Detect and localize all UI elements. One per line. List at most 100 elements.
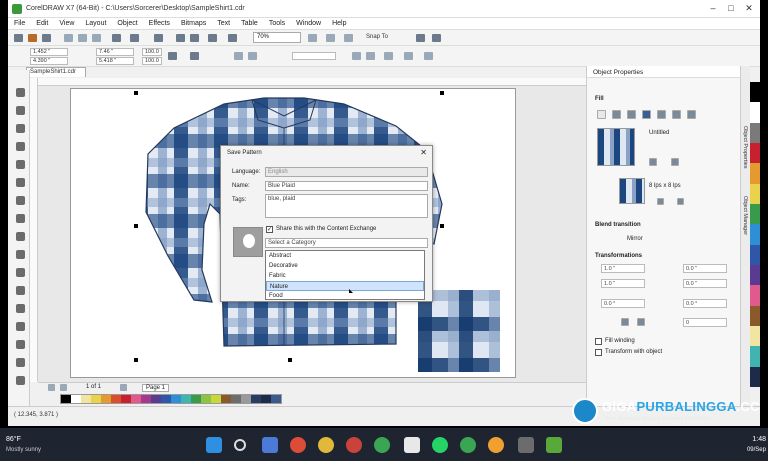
search-content-icon[interactable] bbox=[154, 34, 163, 42]
palette-swatch[interactable] bbox=[141, 395, 151, 403]
chrome-profile-icon[interactable] bbox=[318, 437, 334, 453]
tile-height-field[interactable]: 1.0 " bbox=[601, 279, 645, 288]
options-icon[interactable] bbox=[416, 34, 425, 42]
mirror-v-icon[interactable] bbox=[671, 158, 679, 166]
category-select[interactable]: Select a Category bbox=[265, 238, 428, 248]
menu-tools[interactable]: Tools bbox=[269, 20, 285, 27]
language-select[interactable]: English bbox=[265, 167, 428, 177]
rectangle-tool-icon[interactable] bbox=[16, 196, 25, 205]
menu-table[interactable]: Table bbox=[241, 20, 258, 27]
y-position-field[interactable]: 4.390 " bbox=[30, 57, 68, 65]
color-swatch[interactable] bbox=[750, 82, 760, 103]
import-icon[interactable] bbox=[176, 34, 185, 42]
rulers-icon[interactable] bbox=[326, 34, 335, 42]
mirror-horizontal-icon[interactable] bbox=[234, 52, 243, 60]
lock-ratio-icon[interactable] bbox=[168, 52, 177, 60]
palette-swatch[interactable] bbox=[101, 395, 111, 403]
color-swatch[interactable] bbox=[750, 325, 760, 347]
zoom-level-select[interactable]: 70% bbox=[253, 32, 301, 43]
palette-swatch[interactable] bbox=[251, 395, 261, 403]
mirror-h-icon[interactable] bbox=[649, 158, 657, 166]
color-swatch[interactable] bbox=[750, 346, 760, 367]
text-tool-icon[interactable] bbox=[16, 250, 25, 259]
color-swatch[interactable] bbox=[750, 102, 760, 123]
selection-handle[interactable] bbox=[288, 358, 292, 362]
combine-icon[interactable] bbox=[424, 52, 433, 60]
tile-width-field[interactable]: 1.0 " bbox=[601, 264, 645, 273]
export-icon[interactable] bbox=[190, 34, 199, 42]
browser-icon[interactable] bbox=[346, 437, 362, 453]
vector-pattern-fill-icon[interactable] bbox=[642, 110, 651, 119]
document-tab[interactable]: SampleShirt1.cdr bbox=[26, 67, 86, 77]
to-front-icon[interactable] bbox=[352, 52, 361, 60]
rotation-icon[interactable] bbox=[190, 52, 199, 60]
browser-icon-3[interactable] bbox=[460, 437, 476, 453]
palette-swatch[interactable] bbox=[181, 395, 191, 403]
palette-swatch[interactable] bbox=[201, 395, 211, 403]
pattern-option-icon[interactable] bbox=[657, 198, 664, 205]
menu-text[interactable]: Text bbox=[217, 20, 230, 27]
menu-edit[interactable]: Edit bbox=[36, 20, 48, 27]
category-option-selected[interactable]: Nature bbox=[266, 281, 424, 291]
menu-view[interactable]: View bbox=[59, 20, 74, 27]
category-option[interactable]: Decorative bbox=[266, 261, 424, 271]
clock-time[interactable]: 1:48 bbox=[752, 436, 766, 443]
bitmap-pattern-fill-icon[interactable] bbox=[657, 110, 666, 119]
task-view-icon[interactable] bbox=[262, 437, 278, 453]
menu-effects[interactable]: Effects bbox=[149, 20, 170, 27]
weather-status[interactable]: Mostly sunny bbox=[6, 447, 41, 453]
transparency-tool-icon[interactable] bbox=[16, 322, 25, 331]
mirror-vertical-icon[interactable] bbox=[248, 52, 257, 60]
transform-with-object-checkbox[interactable] bbox=[595, 349, 602, 356]
horizontal-ruler[interactable] bbox=[38, 78, 586, 86]
fill-winding-checkbox[interactable] bbox=[595, 338, 602, 345]
palette-swatch[interactable] bbox=[171, 395, 181, 403]
paste-icon[interactable] bbox=[92, 34, 101, 42]
texture-fill-icon[interactable] bbox=[687, 110, 696, 119]
launcher-icon[interactable] bbox=[432, 34, 441, 42]
tile-option-icon[interactable] bbox=[621, 318, 629, 326]
snap-to-dropdown[interactable]: Snap To bbox=[366, 34, 388, 40]
offset-y-field[interactable]: 0.0 " bbox=[683, 279, 727, 288]
pick-tool-icon[interactable] bbox=[16, 88, 25, 97]
palette-swatch[interactable] bbox=[61, 395, 71, 403]
category-option[interactable]: Abstract bbox=[266, 251, 424, 261]
shape-tool-icon[interactable] bbox=[16, 106, 25, 115]
crop-tool-icon[interactable] bbox=[16, 124, 25, 133]
name-field[interactable]: Blue Plaid bbox=[265, 181, 428, 191]
color-swatch[interactable] bbox=[750, 244, 760, 265]
menu-file[interactable]: File bbox=[14, 20, 25, 27]
menu-layout[interactable]: Layout bbox=[85, 20, 106, 27]
maximize-icon[interactable]: □ bbox=[724, 3, 738, 13]
tile-option-icon[interactable] bbox=[637, 318, 645, 326]
menu-object[interactable]: Object bbox=[117, 20, 137, 27]
two-color-pattern-fill-icon[interactable] bbox=[672, 110, 681, 119]
weather-temp[interactable]: 86°F bbox=[6, 436, 21, 443]
skew-field[interactable]: 0.0 ° bbox=[601, 299, 645, 308]
color-swatch[interactable] bbox=[750, 163, 760, 184]
guidelines-icon[interactable] bbox=[308, 34, 317, 42]
color-swatch[interactable] bbox=[750, 366, 760, 387]
color-swatch[interactable] bbox=[750, 224, 760, 245]
fullscreen-icon[interactable] bbox=[228, 34, 237, 42]
palette-swatch[interactable] bbox=[131, 395, 141, 403]
palette-swatch[interactable] bbox=[151, 395, 161, 403]
pattern-option-icon[interactable] bbox=[677, 198, 684, 205]
width-field[interactable]: 7.46 " bbox=[96, 48, 134, 56]
x-position-field[interactable]: 1.452 " bbox=[30, 48, 68, 56]
color-swatch[interactable] bbox=[750, 203, 760, 225]
zoom-tool-icon[interactable] bbox=[16, 142, 25, 151]
first-page-icon[interactable] bbox=[48, 384, 55, 391]
publish-pdf-icon[interactable] bbox=[208, 34, 217, 42]
palette-swatch[interactable] bbox=[191, 395, 201, 403]
browser-icon-2[interactable] bbox=[374, 437, 390, 453]
palette-swatch[interactable] bbox=[71, 395, 81, 403]
selection-handle[interactable] bbox=[440, 224, 444, 228]
palette-swatch[interactable] bbox=[221, 395, 231, 403]
pattern-small-preview[interactable] bbox=[619, 178, 645, 204]
pattern-preview[interactable] bbox=[597, 128, 635, 166]
outline-width-field[interactable] bbox=[292, 52, 336, 60]
dialog-close-icon[interactable]: ✕ bbox=[420, 148, 427, 157]
menu-bitmaps[interactable]: Bitmaps bbox=[181, 20, 206, 27]
app-icon-2[interactable] bbox=[518, 437, 534, 453]
